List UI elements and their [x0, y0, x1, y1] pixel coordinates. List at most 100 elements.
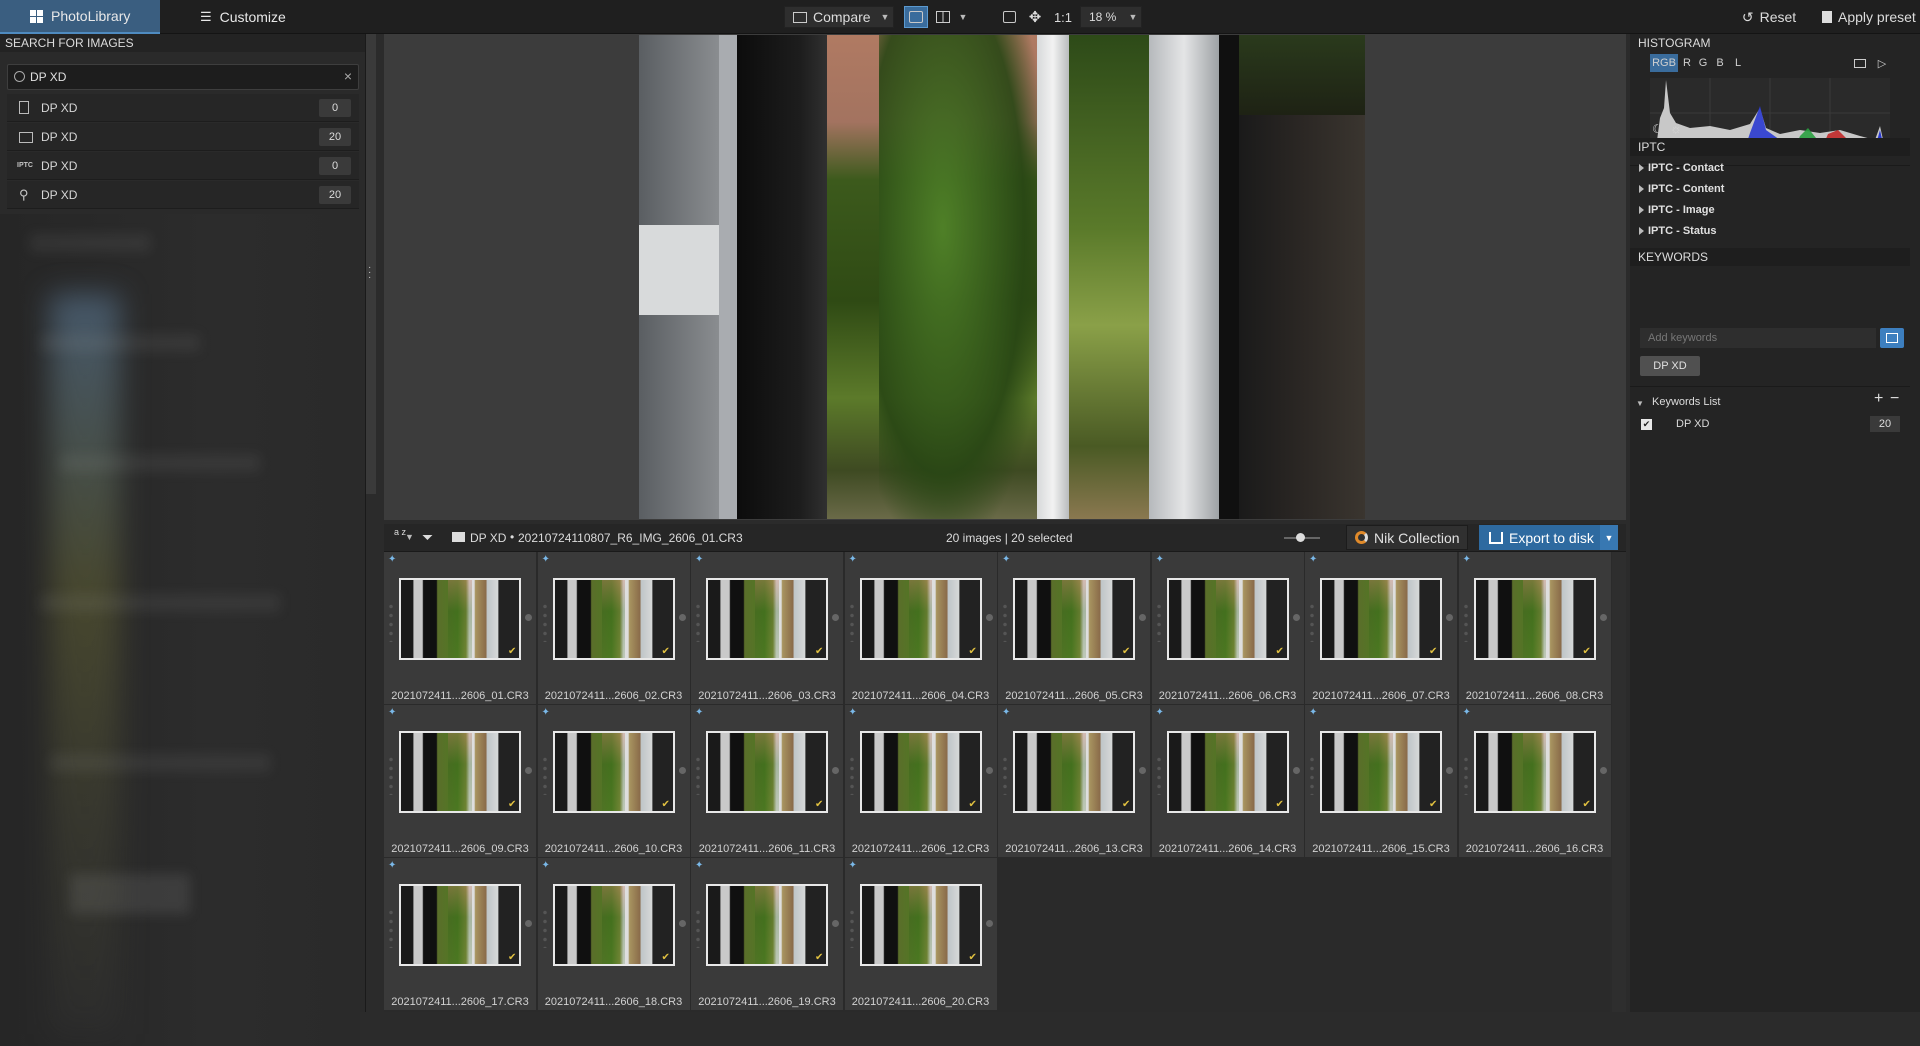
- thumbnail-image[interactable]: [706, 731, 828, 813]
- thumbnail-cell[interactable]: ✦ ✔ 2021072411...2606_07.CR3: [1305, 552, 1457, 704]
- thumbnail-image[interactable]: [552, 578, 675, 660]
- rating-dots[interactable]: [696, 755, 700, 795]
- search-result-folder[interactable]: DP XD 20: [7, 123, 359, 151]
- search-result-file[interactable]: DP XD 0: [7, 94, 359, 122]
- rating-dots[interactable]: [849, 908, 854, 948]
- color-label-dot[interactable]: [1599, 614, 1607, 621]
- rating-dots[interactable]: [389, 908, 393, 948]
- rating-dots[interactable]: [542, 755, 547, 795]
- thumbnail-image[interactable]: [706, 578, 828, 660]
- thumbnail-image[interactable]: [1473, 578, 1596, 660]
- color-label-dot[interactable]: [678, 920, 686, 927]
- color-label-dot[interactable]: [985, 920, 993, 927]
- color-label-dot[interactable]: [525, 614, 532, 621]
- remove-keyword-button[interactable]: −: [1890, 390, 1899, 408]
- thumbnail-image[interactable]: [1166, 731, 1289, 813]
- thumbnail-cell[interactable]: ✦ ✔ 2021072411...2606_14.CR3: [1151, 705, 1304, 857]
- channel-l-button[interactable]: L: [1731, 54, 1745, 72]
- thumbnail-cell[interactable]: ✦ ✔ 2021072411...2606_20.CR3: [844, 858, 997, 1010]
- thumbnail-image[interactable]: [1473, 731, 1596, 813]
- thumbnail-cell[interactable]: ✦ ✔ 2021072411...2606_02.CR3: [537, 552, 690, 704]
- thumbnail-image[interactable]: [552, 884, 675, 966]
- split-view-button[interactable]: [932, 6, 954, 28]
- view-mode-dropdown[interactable]: ▼: [956, 6, 970, 28]
- single-view-button[interactable]: [904, 6, 928, 28]
- rating-dots[interactable]: [1003, 602, 1007, 642]
- color-label-dot[interactable]: [525, 920, 532, 927]
- thumbnail-cell[interactable]: ✦ ✔ 2021072411...2606_03.CR3: [691, 552, 843, 704]
- rating-dots[interactable]: [1003, 755, 1007, 795]
- highlight-clip-icon[interactable]: ☼: [1670, 121, 1682, 136]
- thumbnail-cell[interactable]: ✦ ✔ 2021072411...2606_12.CR3: [844, 705, 997, 857]
- thumbnail-cell[interactable]: ✦ ✔ 2021072411...2606_06.CR3: [1151, 552, 1304, 704]
- zoom-1to1-button[interactable]: 1:1: [1050, 6, 1076, 28]
- apply-preset-button[interactable]: Apply preset: [1816, 6, 1920, 28]
- monitor-icon[interactable]: [1852, 54, 1868, 72]
- tab-photolibrary[interactable]: PhotoLibrary: [0, 0, 160, 34]
- color-label-dot[interactable]: [678, 767, 686, 774]
- thumbnail-image[interactable]: [399, 578, 521, 660]
- color-label-dot[interactable]: [985, 614, 993, 621]
- grid-scrollbar[interactable]: [1612, 552, 1626, 1012]
- color-label-dot[interactable]: [1599, 767, 1607, 774]
- rating-dots[interactable]: [696, 908, 700, 948]
- iptc-group-content[interactable]: IPTC - Content: [1630, 179, 1910, 199]
- rating-dots[interactable]: [1156, 602, 1161, 642]
- preview-photo[interactable]: [639, 35, 1365, 519]
- rating-dots[interactable]: [1310, 755, 1314, 795]
- thumbnail-cell[interactable]: ✦ ✔ 2021072411...2606_18.CR3: [537, 858, 690, 1010]
- color-label-dot[interactable]: [1446, 614, 1453, 621]
- search-result-iptc[interactable]: IPTC DP XD 0: [7, 152, 359, 180]
- thumbnail-cell[interactable]: ✦ ✔ 2021072411...2606_10.CR3: [537, 705, 690, 857]
- rating-dots[interactable]: [389, 755, 393, 795]
- search-result-keyword[interactable]: ⚲ DP XD 20: [7, 181, 359, 209]
- rating-dots[interactable]: [696, 602, 700, 642]
- rating-dots[interactable]: [1463, 755, 1468, 795]
- thumbnail-cell[interactable]: ✦ ✔ 2021072411...2606_09.CR3: [384, 705, 536, 857]
- color-label-dot[interactable]: [985, 767, 993, 774]
- rating-dots[interactable]: [542, 602, 547, 642]
- rating-dots[interactable]: [542, 908, 547, 948]
- color-label-dot[interactable]: [832, 920, 839, 927]
- keyword-browser-button[interactable]: [1880, 328, 1904, 348]
- search-input[interactable]: DP XD ×: [7, 64, 359, 90]
- color-label-dot[interactable]: [1446, 767, 1453, 774]
- tab-customize[interactable]: ☰ Customize: [196, 0, 306, 34]
- panel-splitter-handle[interactable]: · · ·: [368, 263, 372, 283]
- color-label-dot[interactable]: [1139, 767, 1146, 774]
- collapse-icon[interactable]: ▼: [1636, 399, 1644, 408]
- thumbnail-cell[interactable]: ✦ ✔ 2021072411...2606_19.CR3: [691, 858, 843, 1010]
- shadow-clip-icon[interactable]: ☾: [1652, 122, 1663, 136]
- rating-dots[interactable]: [1463, 602, 1468, 642]
- rating-dots[interactable]: [1310, 602, 1314, 642]
- thumbnail-cell[interactable]: ✦ ✔ 2021072411...2606_04.CR3: [844, 552, 997, 704]
- thumbnail-image[interactable]: [1013, 578, 1135, 660]
- add-keywords-input[interactable]: Add keywords: [1640, 328, 1876, 348]
- clear-search-icon[interactable]: ×: [344, 68, 352, 84]
- rating-dots[interactable]: [849, 602, 854, 642]
- thumbnail-image[interactable]: [859, 578, 982, 660]
- export-dropdown[interactable]: ▼: [1600, 525, 1618, 550]
- keyword-checkbox[interactable]: ✔: [1641, 419, 1652, 430]
- thumbnail-image[interactable]: [399, 731, 521, 813]
- rating-dots[interactable]: [849, 755, 854, 795]
- iptc-group-contact[interactable]: IPTC - Contact: [1630, 158, 1910, 178]
- color-label-dot[interactable]: [525, 767, 532, 774]
- thumbnail-cell[interactable]: ✦ ✔ 2021072411...2606_05.CR3: [998, 552, 1150, 704]
- thumbnail-cell[interactable]: ✦ ✔ 2021072411...2606_01.CR3: [384, 552, 536, 704]
- thumbnail-image[interactable]: [1320, 731, 1442, 813]
- channel-g-button[interactable]: G: [1696, 54, 1710, 72]
- channel-rgb-button[interactable]: RGB: [1650, 54, 1678, 72]
- export-to-disk-button[interactable]: Export to disk: [1479, 525, 1618, 550]
- thumbnail-cell[interactable]: ✦ ✔ 2021072411...2606_17.CR3: [384, 858, 536, 1010]
- color-label-dot[interactable]: [1292, 767, 1300, 774]
- keyword-tag[interactable]: DP XD: [1640, 356, 1700, 376]
- iptc-group-image[interactable]: IPTC - Image: [1630, 200, 1910, 220]
- crop-frame-button[interactable]: [998, 6, 1020, 28]
- iptc-group-status[interactable]: IPTC - Status: [1630, 221, 1910, 241]
- color-label-dot[interactable]: [678, 614, 686, 621]
- thumbnail-image[interactable]: [552, 731, 675, 813]
- thumbnail-cell[interactable]: ✦ ✔ 2021072411...2606_13.CR3: [998, 705, 1150, 857]
- chevron-down-icon[interactable]: ▼: [405, 532, 414, 542]
- thumbnail-cell[interactable]: ✦ ✔ 2021072411...2606_16.CR3: [1458, 705, 1611, 857]
